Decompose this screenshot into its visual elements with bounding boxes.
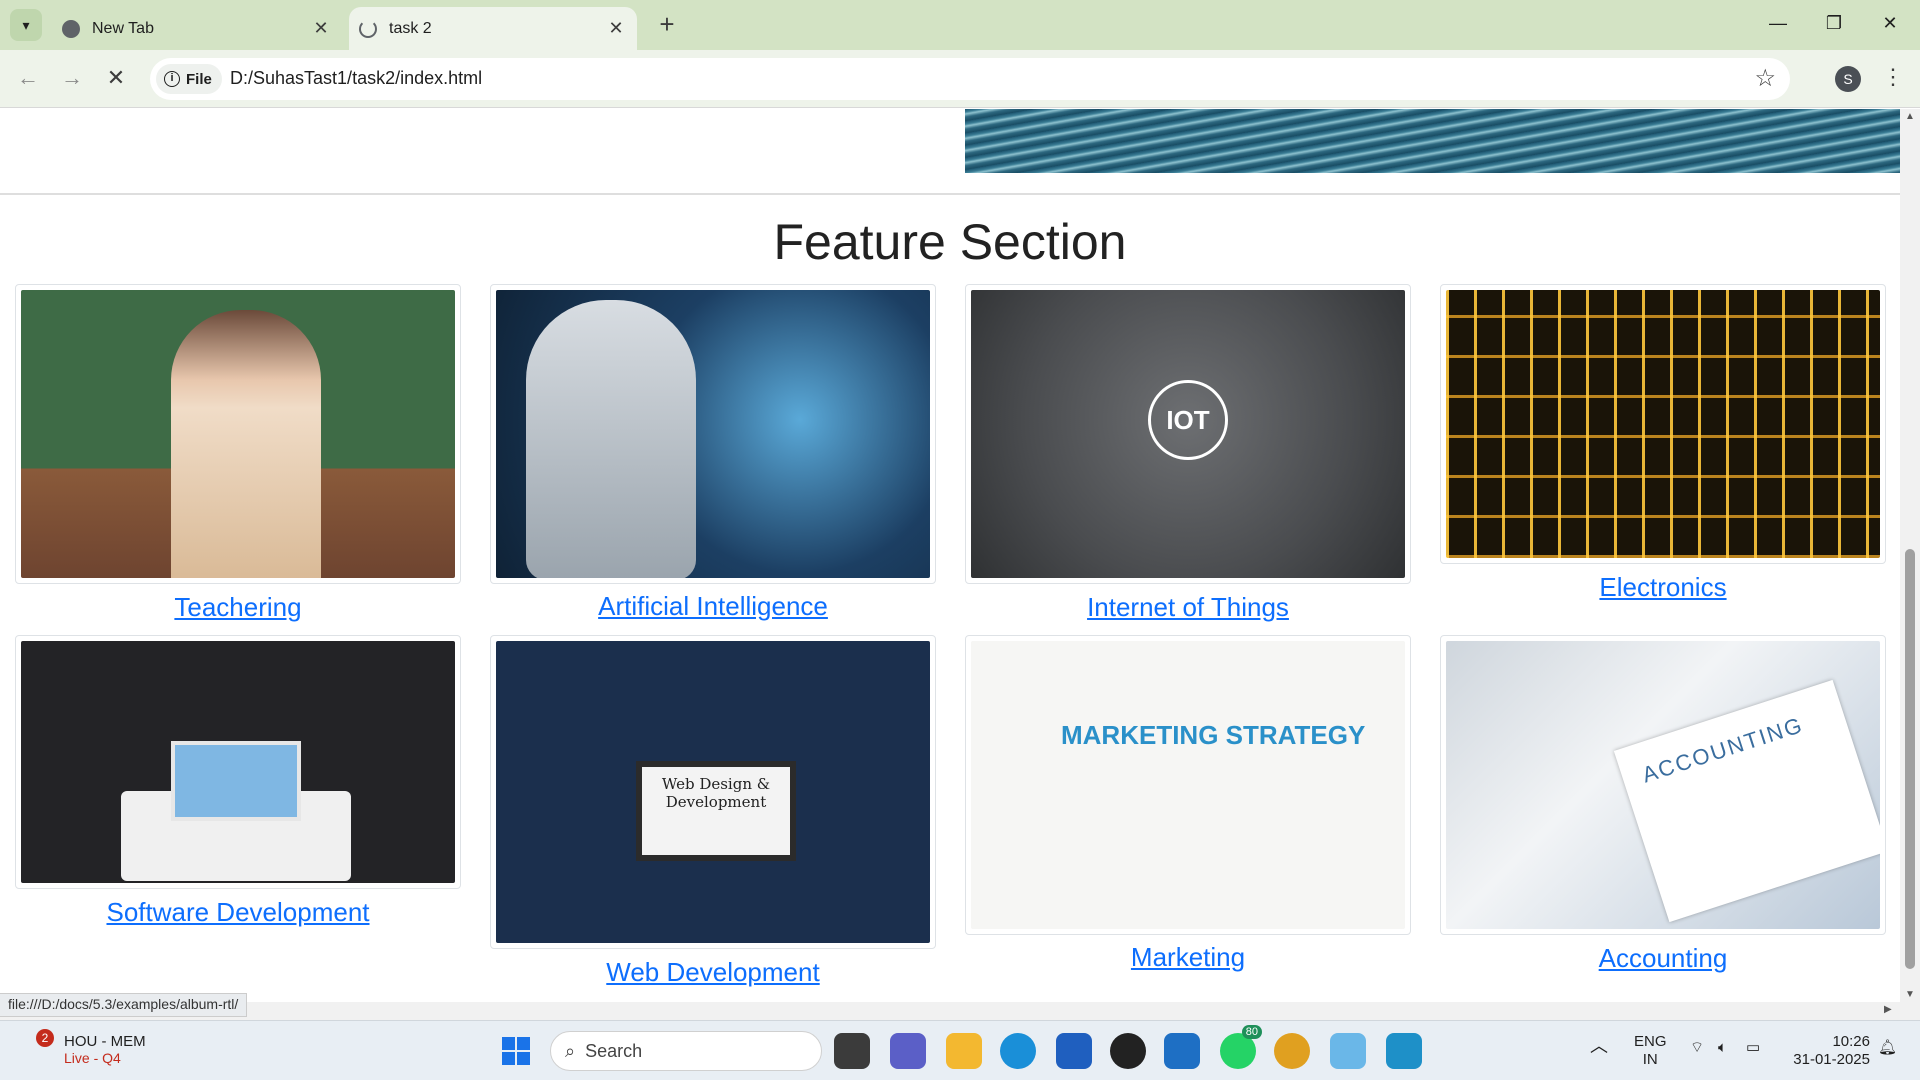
windows-taskbar: 2 HOU - MEM Live - Q4 ⌕ Search 80 ︿ ENG … [0, 1020, 1920, 1080]
clock[interactable]: 10:26 31-01-2025 [1786, 1033, 1870, 1069]
feature-thumbnail: IOT [965, 284, 1411, 584]
show-hidden-icons-chevron-icon[interactable]: ︿ [1590, 1037, 1608, 1055]
close-tab-icon[interactable]: ✕ [603, 18, 629, 39]
photos-icon[interactable] [1386, 1033, 1422, 1069]
close-tab-icon[interactable]: ✕ [308, 18, 334, 39]
battery-icon[interactable]: ▭ [1746, 1039, 1760, 1057]
tab-task-2[interactable]: task 2 ✕ [349, 7, 637, 50]
whatsapp-icon[interactable]: 80 [1220, 1025, 1262, 1069]
notification-badge: 2 [36, 1029, 54, 1047]
teams-icon[interactable] [890, 1033, 926, 1069]
notification-bell-icon[interactable]: 🔔︎ [1878, 1039, 1897, 1057]
language-indicator[interactable]: ENG IN [1634, 1033, 1667, 1069]
edge-icon[interactable] [1000, 1033, 1036, 1069]
scrollbar-thumb[interactable] [1905, 549, 1915, 969]
feature-section-title: Feature Section [773, 214, 1127, 270]
robot-network-image [496, 290, 930, 578]
address-bar[interactable]: i File D:/SuhasTast1/task2/index.html ☆ [150, 58, 1790, 100]
accounting-doc-text: ACCOUNTING [1639, 711, 1807, 788]
scroll-down-icon[interactable]: ▼ [1905, 989, 1915, 1000]
menu-kebab-icon[interactable]: ⋮ [1882, 64, 1904, 90]
back-arrow-icon[interactable]: ← [12, 62, 44, 94]
bookmark-star-icon[interactable]: ☆ [1754, 64, 1776, 93]
feature-link-web[interactable]: Web Development [490, 957, 936, 988]
iot-hub-image: IOT [971, 290, 1405, 578]
close-window-icon[interactable]: ✕ [1862, 8, 1918, 38]
feature-thumbnail: Web Design & Development [490, 635, 936, 949]
feature-thumbnail [490, 284, 936, 584]
wifi-icon[interactable]: ⌔ [1690, 1039, 1704, 1057]
start-windows-icon[interactable] [502, 1037, 530, 1065]
feature-link-software[interactable]: Software Development [15, 897, 461, 928]
search-placeholder: Search [585, 1040, 643, 1061]
feature-link-electronics[interactable]: Electronics [1440, 572, 1886, 603]
tab-search-chevron-icon[interactable]: ▾ [10, 9, 42, 41]
feature-link-teaching[interactable]: Teachering [15, 592, 461, 623]
file-explorer-icon[interactable] [946, 1033, 982, 1069]
feature-link-marketing[interactable]: Marketing [965, 942, 1411, 973]
site-info-chip[interactable]: i File [156, 64, 222, 94]
new-tab-button[interactable]: + [652, 8, 682, 40]
language-code: ENG [1634, 1033, 1667, 1050]
tab-new-tab[interactable]: New Tab ✕ [52, 7, 342, 50]
status-link-preview: file:///D:/docs/5.3/examples/album-rtl/ [0, 993, 248, 1017]
restore-icon[interactable]: ❐ [1806, 8, 1862, 38]
feature-link-ai[interactable]: Artificial Intelligence [490, 591, 936, 622]
tab-title: New Tab [92, 19, 154, 37]
forward-arrow-icon[interactable]: → [56, 62, 88, 94]
tab-title: task 2 [389, 19, 432, 37]
globe-icon [62, 19, 80, 38]
teacher-classroom-image [21, 290, 455, 578]
chip-label: File [186, 70, 212, 88]
accounting-report-image: ACCOUNTING [1446, 641, 1880, 929]
iot-label: IOT [1148, 379, 1228, 460]
ocean-banner-image [965, 109, 1900, 173]
store-icon[interactable] [1056, 1033, 1092, 1069]
feature-thumbnail [1440, 284, 1886, 564]
marketing-strategy-text: MARKETING STRATEGY [1061, 720, 1366, 750]
feature-thumbnail [15, 284, 461, 584]
scroll-up-icon[interactable]: ▲ [1905, 111, 1915, 122]
feature-link-iot[interactable]: Internet of Things [965, 592, 1411, 623]
developer-desk-image [21, 641, 455, 883]
feature-thumbnail: MARKETING STRATEGY [965, 635, 1411, 935]
feature-thumbnail [15, 635, 461, 889]
marketing-strategy-image: MARKETING STRATEGY [971, 641, 1405, 929]
page-viewport: Feature Section Teachering Artificial In… [0, 109, 1900, 1002]
horizontal-scrollbar[interactable]: ▶ [0, 1002, 1920, 1020]
search-icon: ⌕ [565, 1040, 576, 1061]
taskbar-search[interactable]: ⌕ Search [550, 1031, 822, 1071]
web-monitor-image: Web Design & Development [496, 641, 930, 943]
loading-spinner-icon [359, 19, 377, 38]
volume-icon[interactable]: 🔈︎ [1718, 1039, 1727, 1057]
task-view-icon[interactable] [834, 1033, 870, 1069]
scroll-right-icon[interactable]: ▶ [1884, 1004, 1892, 1015]
chrome-icon[interactable] [1274, 1033, 1310, 1069]
stop-loading-icon[interactable]: ✕ [100, 62, 132, 94]
browser-titlebar: ▾ New Tab ✕ task 2 ✕ + — ❐ ✕ [0, 0, 1920, 50]
feature-link-accounting[interactable]: Accounting [1440, 943, 1886, 974]
section-divider [0, 193, 1900, 195]
web-monitor-text: Web Design & Development [636, 761, 796, 861]
whatsapp-badge: 80 [1241, 1025, 1262, 1039]
vertical-scrollbar[interactable]: ▲ ▼ [1900, 109, 1920, 1002]
feature-thumbnail: ACCOUNTING [1440, 635, 1886, 935]
circuit-board-image [1446, 290, 1880, 558]
remote-desktop-icon[interactable] [1164, 1033, 1200, 1069]
address-url[interactable]: D:/SuhasTast1/task2/index.html [230, 68, 482, 89]
language-region: IN [1642, 1051, 1658, 1068]
news-widget[interactable]: 2 HOU - MEM Live - Q4 [28, 1029, 146, 1066]
profile-avatar[interactable]: S [1835, 66, 1861, 92]
browser-toolbar: ← → ✕ i File D:/SuhasTast1/task2/index.h… [0, 50, 1920, 108]
widget-subtitle: Live - Q4 [64, 1050, 121, 1066]
clock-date: 31-01-2025 [1793, 1051, 1870, 1068]
dell-icon[interactable] [1110, 1033, 1146, 1069]
paint-icon[interactable] [1330, 1033, 1366, 1069]
minimize-icon[interactable]: — [1750, 8, 1806, 38]
info-icon: i [164, 71, 180, 87]
clock-time: 10:26 [1832, 1033, 1870, 1050]
